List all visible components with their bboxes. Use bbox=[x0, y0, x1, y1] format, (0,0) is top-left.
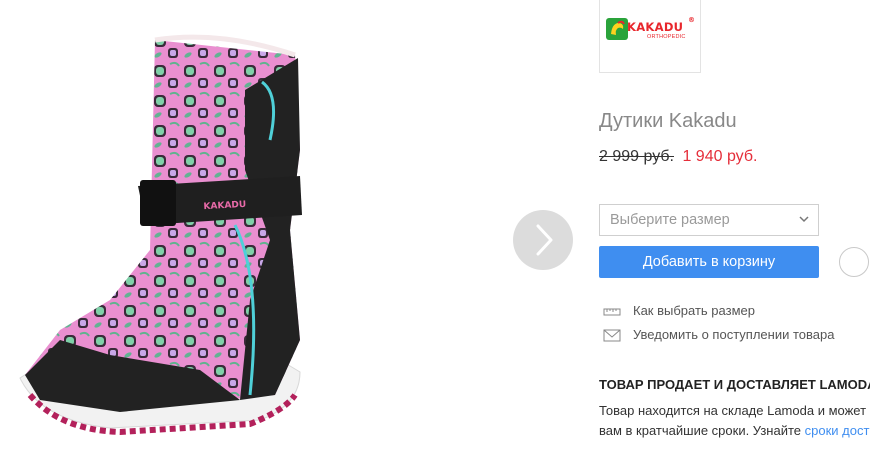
chevron-right-icon bbox=[536, 224, 553, 256]
next-image-button[interactable] bbox=[513, 210, 573, 270]
envelope-icon bbox=[603, 329, 621, 342]
seller-description-line2-text: вам в кратчайшие сроки. Узнайте bbox=[599, 423, 805, 438]
product-title: Дутики Kakadu bbox=[599, 110, 737, 132]
chevron-down-icon bbox=[799, 216, 809, 223]
favorite-button[interactable] bbox=[839, 247, 869, 277]
old-price: 2 999 руб. bbox=[599, 148, 674, 165]
add-to-cart-button[interactable]: Добавить в корзину bbox=[599, 246, 819, 278]
brand-logo-subtext: ORTHOPEDIC bbox=[647, 34, 686, 40]
size-select[interactable]: Выберите размер bbox=[599, 204, 819, 236]
seller-description-line1: Товар находится на складе Lamoda и может bbox=[599, 403, 867, 418]
kakadu-bird-icon bbox=[606, 18, 628, 40]
delivery-terms-link[interactable]: сроки дост bbox=[805, 423, 870, 438]
ruler-icon bbox=[603, 308, 621, 316]
registered-mark: ® bbox=[688, 16, 696, 24]
sale-price: 1 940 руб. bbox=[682, 148, 758, 165]
boot-illustration: KAKADU bbox=[0, 0, 340, 450]
price-row: 2 999 руб. 1 940 руб. bbox=[599, 148, 757, 166]
seller-description-line2: вам в кратчайшие сроки. Узнайте сроки до… bbox=[599, 421, 870, 441]
seller-heading: ТОВАР ПРОДАЕТ И ДОСТАВЛЯЕТ LAMODA bbox=[599, 377, 870, 392]
notify-label: Уведомить о поступлении товара bbox=[633, 327, 835, 342]
product-image[interactable]: KAKADU bbox=[0, 0, 340, 450]
brand-logo[interactable]: KAKADU ® ORTHOPEDIC bbox=[599, 0, 701, 73]
seller-description: Товар находится на складе Lamoda и может… bbox=[599, 401, 870, 441]
size-select-placeholder: Выберите размер bbox=[610, 212, 730, 228]
brand-logo-text: KAKADU bbox=[627, 20, 684, 34]
size-guide-label: Как выбрать размер bbox=[633, 303, 755, 318]
